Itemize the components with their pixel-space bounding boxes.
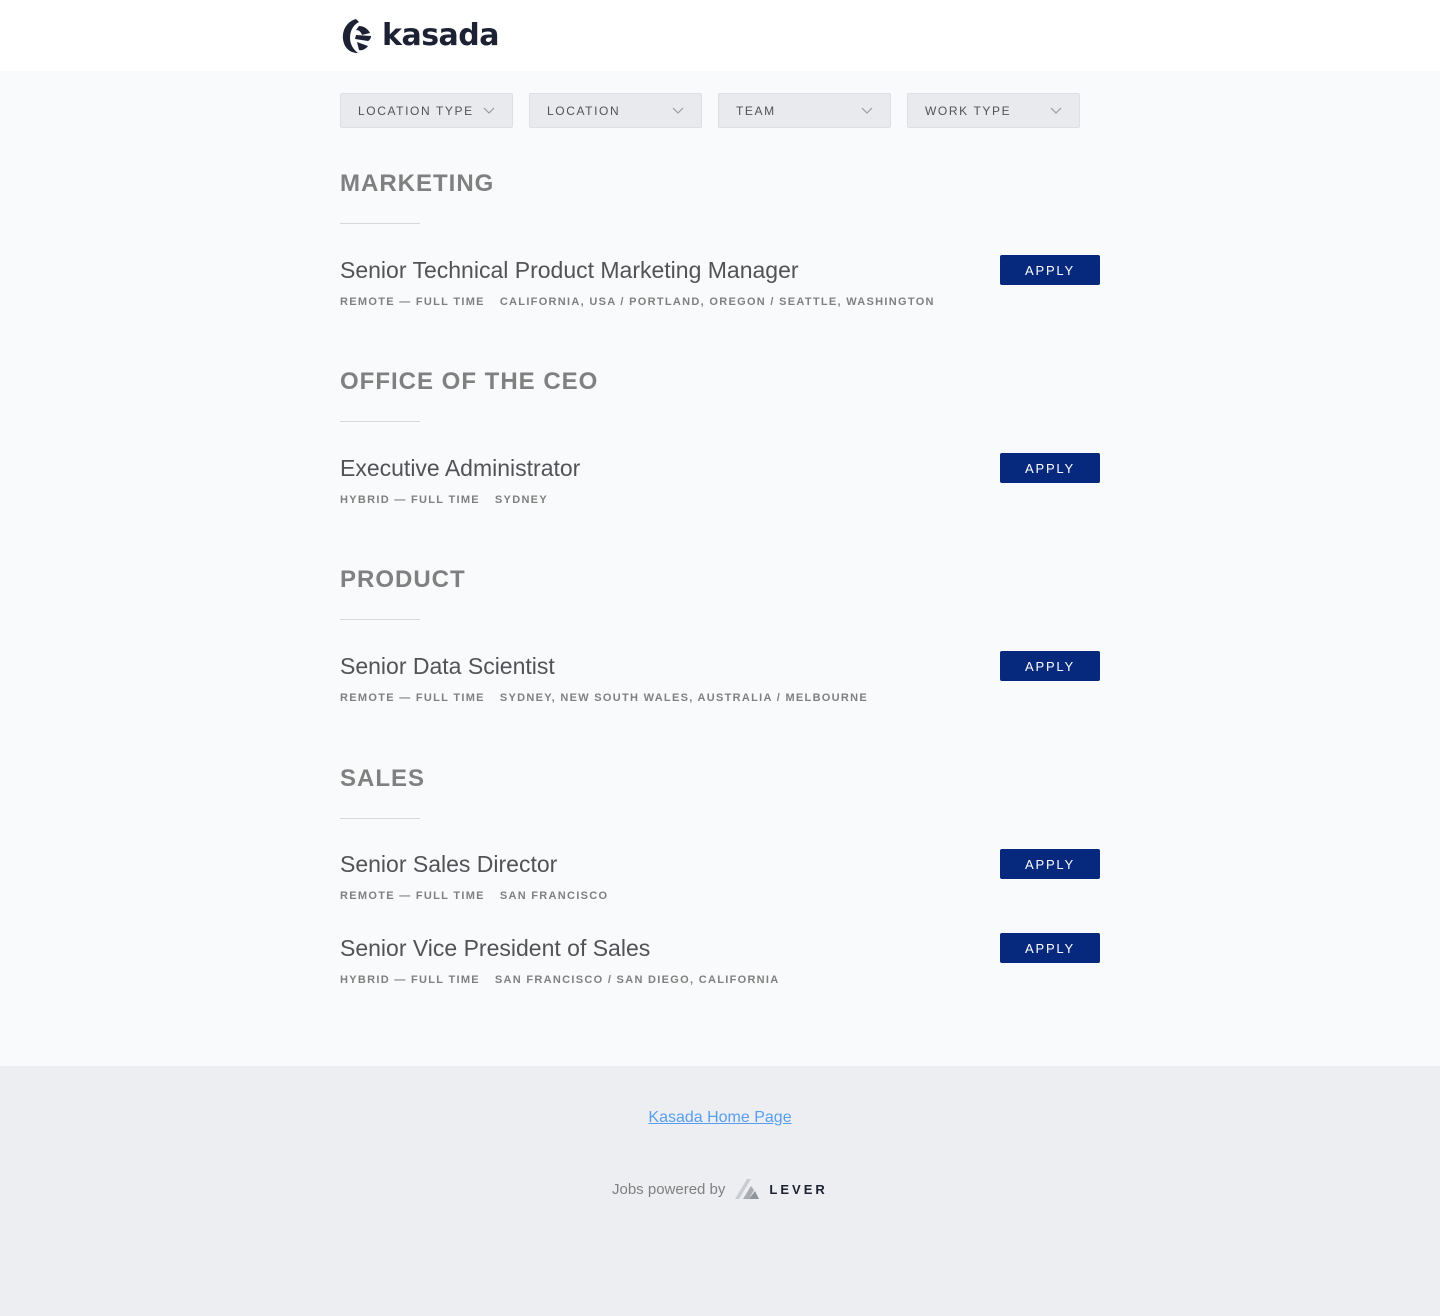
section-divider [340, 818, 420, 819]
brand-logo[interactable]: kasada [340, 16, 500, 56]
section-divider [340, 223, 420, 224]
kasada-logo-icon [342, 19, 371, 53]
posting-location: SAN FRANCISCO / SAN DIEGO, CALIFORNIA [494, 974, 780, 986]
filter-label: LOCATION [547, 103, 621, 118]
section-divider [340, 421, 420, 422]
posting: Senior Data Scientist REMOTE — FULL TIME… [340, 651, 1100, 711]
posting-location: SAN FRANCISCO [499, 890, 609, 902]
posting-meta: REMOTE — FULL TIME SAN FRANCISCO [340, 890, 608, 902]
apply-button[interactable]: APPLY [1000, 651, 1100, 681]
powered-by-text: Jobs powered by [612, 1180, 726, 1198]
filter-location[interactable]: LOCATION [529, 93, 702, 128]
section-office-of-the-ceo: OFFICE OF THE CEO [340, 367, 1100, 422]
brand-name: kasada [382, 18, 500, 53]
filter-label: LOCATION TYPE [358, 103, 474, 118]
posting-location: CALIFORNIA, USA / PORTLAND, OREGON / SEA… [499, 296, 935, 308]
posting-meta: HYBRID — FULL TIME SYDNEY [340, 494, 548, 506]
apply-button[interactable]: APPLY [1000, 453, 1100, 483]
posting-title-link[interactable]: Senior Vice President of Sales [340, 935, 650, 961]
posting-title-link[interactable]: Executive Administrator [340, 455, 580, 481]
posting: Executive Administrator HYBRID — FULL TI… [340, 453, 1100, 513]
posting-title-link[interactable]: Senior Data Scientist [340, 653, 555, 679]
home-link-wrapper: Kasada Home Page [0, 1109, 1440, 1127]
apply-button[interactable]: APPLY [1000, 933, 1100, 963]
chevron-down-icon [861, 107, 873, 114]
posting: Senior Vice President of Sales HYBRID — … [340, 933, 1100, 993]
filter-work-type[interactable]: WORK TYPE [907, 93, 1080, 128]
section-marketing: MARKETING [340, 169, 1100, 224]
section-sales: SALES [340, 764, 1100, 819]
section-title: MARKETING [340, 170, 495, 197]
header-bar: kasada [0, 0, 1440, 71]
posting-commitment: REMOTE — FULL TIME [340, 692, 485, 704]
section-title: OFFICE OF THE CEO [340, 368, 599, 395]
posting-location: SYDNEY [494, 494, 548, 506]
section-title: PRODUCT [340, 566, 466, 593]
posting-meta: REMOTE — FULL TIME SYDNEY, NEW SOUTH WAL… [340, 692, 868, 704]
posting-location: SYDNEY, NEW SOUTH WALES, AUSTRALIA / MEL… [499, 692, 869, 704]
filter-label: WORK TYPE [925, 103, 1012, 118]
posting-title-link[interactable]: Senior Sales Director [340, 851, 557, 877]
powered-by[interactable]: Jobs powered by LEVER [612, 1176, 828, 1202]
section-product: PRODUCT [340, 565, 1100, 620]
posting-meta: REMOTE — FULL TIME CALIFORNIA, USA / POR… [340, 296, 935, 308]
home-page-link[interactable]: Kasada Home Page [648, 1109, 791, 1126]
chevron-down-icon [672, 107, 684, 114]
lever-logo-icon [735, 1179, 760, 1199]
posting-commitment: HYBRID — FULL TIME [340, 494, 480, 506]
posting-meta: HYBRID — FULL TIME SAN FRANCISCO / SAN D… [340, 974, 780, 986]
chevron-down-icon [483, 107, 495, 114]
filter-bar: LOCATION TYPE LOCATION TEAM WORK TYPE [340, 93, 1080, 128]
section-title: SALES [340, 765, 426, 792]
footer: Kasada Home Page Jobs powered by LEVER [0, 1066, 1440, 1316]
posting: Senior Technical Product Marketing Manag… [340, 255, 1100, 315]
apply-button[interactable]: APPLY [1000, 849, 1100, 879]
posting-commitment: REMOTE — FULL TIME [340, 296, 485, 308]
section-divider [340, 619, 420, 620]
filter-location-type[interactable]: LOCATION TYPE [340, 93, 513, 128]
apply-button[interactable]: APPLY [1000, 255, 1100, 285]
posting-commitment: HYBRID — FULL TIME [340, 974, 480, 986]
lever-wordmark: LEVER [769, 1181, 828, 1197]
chevron-down-icon [1050, 107, 1062, 114]
posting-title-link[interactable]: Senior Technical Product Marketing Manag… [340, 257, 799, 283]
filter-label: TEAM [736, 103, 776, 118]
posting-commitment: REMOTE — FULL TIME [340, 890, 485, 902]
filter-team[interactable]: TEAM [718, 93, 891, 128]
posting: Senior Sales Director REMOTE — FULL TIME… [340, 849, 1100, 909]
